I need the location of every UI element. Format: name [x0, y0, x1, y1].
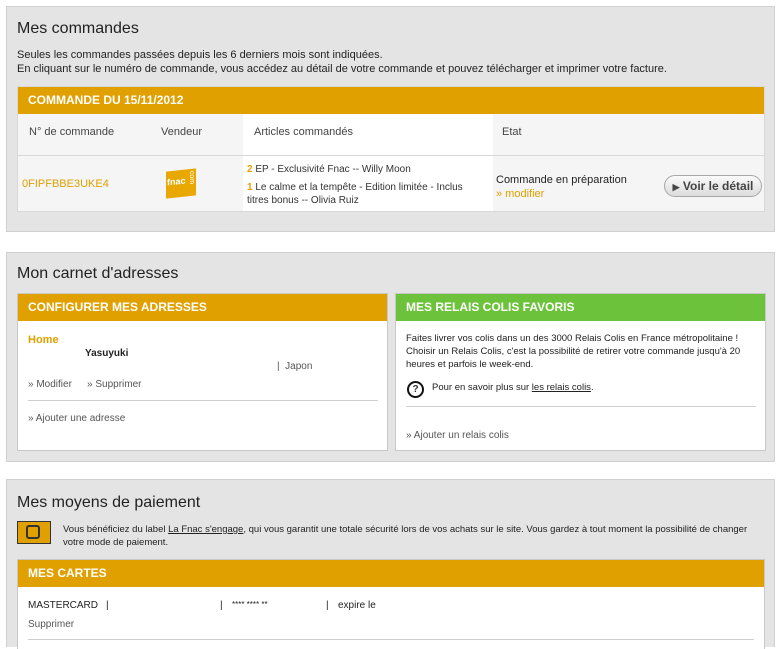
relais-more-info: Pour en savoir plus sur les relais colis… — [432, 382, 594, 393]
address-home-label: Home — [28, 334, 59, 346]
address-name: Yasuyuki — [85, 348, 129, 359]
card-sep: | — [106, 600, 109, 611]
card-sep: | — [326, 600, 329, 611]
relais-colis-text: Faites livrer vos colis dans un des 3000… — [406, 333, 741, 370]
relais-colis-link[interactable]: les relais colis — [532, 382, 591, 393]
delete-address-link[interactable]: » Supprimer — [87, 379, 141, 390]
add-relais-link[interactable]: » Ajouter un relais colis — [406, 430, 509, 441]
fnac-logo: fnac com — [166, 168, 196, 199]
col-order-number: N° de commande — [29, 126, 115, 138]
modify-order-link[interactable]: » modifier — [496, 188, 544, 200]
card-type: MASTERCARD — [28, 600, 99, 611]
delete-card-link[interactable]: Supprimer — [28, 619, 74, 630]
configure-addresses-box: CONFIGURER MES ADRESSES Home Yasuyuki | … — [17, 293, 388, 451]
orders-title: Mes commandes — [17, 20, 139, 37]
orders-intro-1: Seules les commandes passées depuis les … — [17, 49, 383, 61]
order-box: COMMANDE DU 15/11/2012 N° de commande Ve… — [17, 86, 765, 212]
add-address-link[interactable]: » Ajouter une adresse — [28, 413, 125, 424]
help-icon: ? — [407, 381, 424, 398]
addresses-panel: Mon carnet d'adresses CONFIGURER MES ADR… — [6, 252, 775, 462]
col-vendor: Vendeur — [161, 126, 202, 138]
cards-box: MES CARTES MASTERCARD | | **** **** ** |… — [17, 559, 765, 649]
modify-address-link[interactable]: » Modifier — [28, 379, 72, 390]
payment-panel: Mes moyens de paiement Vous bénéficiez d… — [6, 479, 775, 649]
relais-colis-box: MES RELAIS COLIS FAVORIS Faites livrer v… — [395, 293, 766, 451]
address-country: | Japon — [277, 361, 313, 372]
cards-header: MES CARTES — [18, 560, 764, 587]
orders-panel: Mes commandes Seules les commandes passé… — [6, 6, 775, 232]
fnac-engage-link[interactable]: La Fnac s'engage — [168, 524, 243, 535]
list-item: 1 Le calme et la tempête - Edition limit… — [247, 182, 463, 206]
configure-addresses-header: CONFIGURER MES ADRESSES — [18, 294, 387, 321]
card-row: MASTERCARD | | **** **** ** | expire le — [28, 600, 748, 614]
view-detail-button[interactable]: ▶ Voir le détail — [664, 175, 762, 197]
col-status: Etat — [502, 126, 522, 138]
list-item: 2 EP - Exclusivité Fnac -- Willy Moon — [247, 164, 411, 175]
secure-lock-icon — [17, 521, 51, 544]
payment-title: Mes moyens de paiement — [17, 494, 201, 511]
order-number-link[interactable]: 0FIPFBBE3UKE4 — [22, 178, 109, 190]
card-number: **** **** ** — [232, 600, 268, 609]
card-sep: | — [220, 600, 223, 611]
order-status: Commande en préparation — [496, 174, 627, 186]
order-header: COMMANDE DU 15/11/2012 — [18, 87, 764, 114]
orders-intro-2: En cliquant sur le numéro de commande, v… — [17, 63, 667, 75]
col-items: Articles commandés — [254, 126, 354, 138]
arrow-right-icon: ▶ — [672, 182, 680, 192]
card-expiry: expire le — [338, 600, 376, 611]
order-table: N° de commande Vendeur Articles commandé… — [18, 114, 764, 211]
relais-colis-header: MES RELAIS COLIS FAVORIS — [396, 294, 765, 321]
addresses-title: Mon carnet d'adresses — [17, 265, 179, 282]
secure-text: Vous bénéficiez du label La Fnac s'engag… — [63, 524, 748, 548]
